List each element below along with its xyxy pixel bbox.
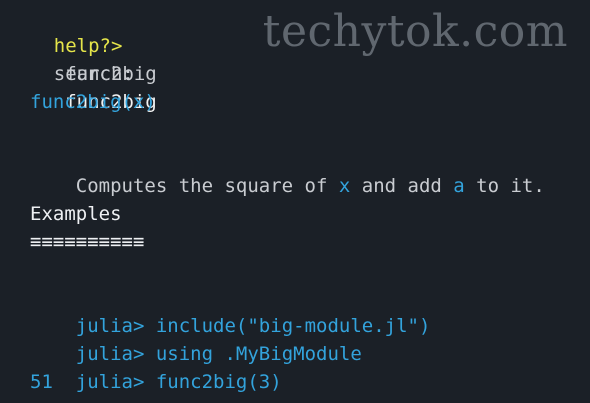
julia-prompt: julia> (75, 371, 145, 393)
description-arg-x: x (338, 175, 351, 197)
search-line: search: func2big (8, 32, 157, 113)
code-result: 51 (30, 371, 53, 393)
code-line: julia> include("big-module.jl") (30, 284, 431, 337)
description-arg-a: a (453, 175, 465, 197)
code-line: julia> using .MyBigModule (30, 312, 362, 365)
description-part2: and add (350, 175, 454, 197)
description-part3: to it. (464, 175, 545, 197)
help-prompt-line: help?> func2big (8, 4, 157, 85)
search-label: search: (53, 63, 134, 85)
description-part1: Computes the square of (75, 175, 339, 197)
examples-heading: Examples (30, 203, 122, 225)
terminal-window[interactable]: techytok.com help?> func2big search: fun… (0, 0, 590, 403)
watermark: techytok.com (262, 6, 568, 57)
examples-underline: ≡≡≡≡≡≡≡≡≡≡ (30, 231, 145, 253)
code-line: julia> func2big(3) (30, 340, 282, 393)
doc-signature: func2big(x) (30, 91, 156, 113)
code-text: func2big(3) (155, 371, 282, 393)
doc-description: Computes the square of x and add a to it… (30, 144, 545, 197)
